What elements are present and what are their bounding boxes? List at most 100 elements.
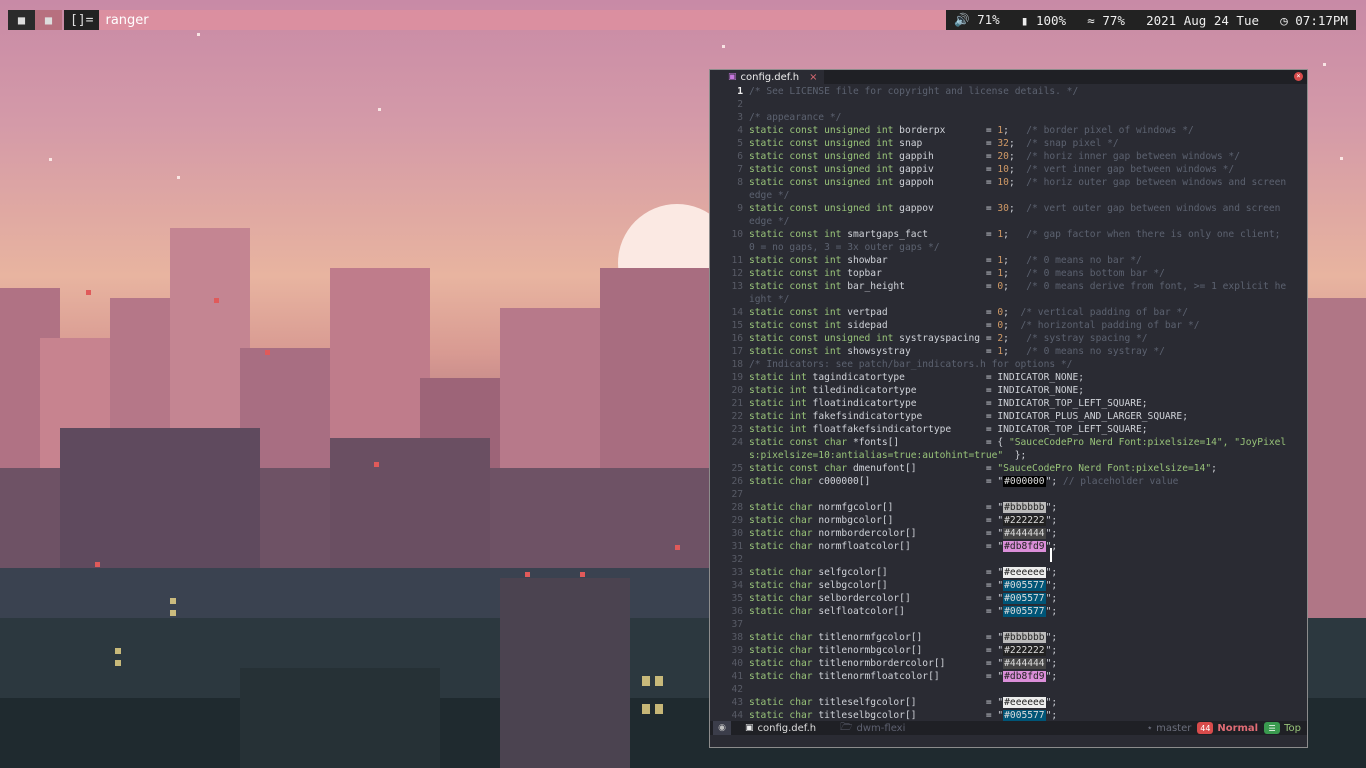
code-line[interactable]: static const char dmenufont[] = "SauceCo… [749,463,1307,474]
star [722,45,725,48]
code-line[interactable]: static const int topbar = 1; /* 0 means … [749,268,1307,279]
status-right: ⋆ master 44 Normal ☰ Top [1147,721,1307,735]
status-dir: 🗁 dwm-flexi [840,720,905,737]
code-line[interactable]: static char titlenormbgcolor[] = "#22222… [749,645,1307,656]
battery-status[interactable]: ▮ 100% [1021,13,1066,28]
wifi-status[interactable]: ≈ 77% [1087,13,1125,28]
line-number: 8 [737,177,743,188]
code-line[interactable]: /* Indicators: see patch/bar_indicators.… [749,359,1307,370]
line-number: 28 [731,502,743,513]
code-line[interactable]: static char selfgcolor[] = "#eeeeee"; [749,567,1307,578]
code-line[interactable]: static char titlenormbordercolor[] = "#4… [749,658,1307,669]
code-line[interactable]: /* appearance */ [749,112,1307,123]
line-number: 27 [731,489,743,500]
line-number: 38 [731,632,743,643]
code-line[interactable]: static const unsigned int snap = 32; /* … [749,138,1307,149]
code-line[interactable]: static char selbordercolor[] = "#005577"… [749,593,1307,604]
star [197,33,200,36]
code-line[interactable]: static int tiledindicatortype = INDICATO… [749,385,1307,396]
code-line[interactable]: static char normfloatcolor[] = "#db8fd9"… [749,541,1307,552]
tab-close-icon[interactable]: × [809,72,817,83]
tag-bar: ■ ■ []= ranger [8,10,948,30]
code-line[interactable]: static const int showsystray = 1; /* 0 m… [749,346,1307,357]
code-line[interactable]: /* See LICENSE file for copyright and li… [749,86,1307,97]
code-line[interactable]: static const unsigned int gappiv = 10; /… [749,164,1307,175]
code-line[interactable]: static char titlenormfloatcolor[] = "#db… [749,671,1307,682]
red-light [265,350,270,355]
code-line[interactable]: s:pixelsize=10:antialias=true:autohint=t… [749,450,1307,461]
code-line[interactable]: edge */ [749,216,1307,227]
line-number: 35 [731,593,743,604]
code-line[interactable]: static int tagindicatortype = INDICATOR_… [749,372,1307,383]
code-line[interactable]: static char titleselbgcolor[] = "#005577… [749,710,1307,721]
code-line[interactable]: static char selbgcolor[] = "#005577"; [749,580,1307,591]
code-line[interactable]: static char c000000[] = "#000000"; // pl… [749,476,1307,487]
line-number: 44 [731,710,743,721]
code-line[interactable]: static const char *fonts[] = { "SauceCod… [749,437,1307,448]
line-number: 41 [731,671,743,682]
code-line[interactable]: static int fakefsindicatortype = INDICAT… [749,411,1307,422]
red-light [86,290,91,295]
window-light [642,676,650,686]
window-light [655,704,663,714]
line-number: 13 [731,281,743,292]
code-line[interactable]: static const unsigned int gappih = 20; /… [749,151,1307,162]
code-line[interactable]: ight */ [749,294,1307,305]
line-number: 1 [737,86,743,97]
line-number: 26 [731,476,743,487]
line-number: 15 [731,320,743,331]
scroll-position: Top [1284,722,1301,734]
code-line[interactable]: static const unsigned int systrayspacing… [749,333,1307,344]
tab-config-def-h[interactable]: ▣ config.def.h × [710,70,824,84]
vim-mode: Normal [1217,722,1259,734]
status-line: ◉ ▣ config.def.h 🗁 dwm-flexi ⋆ master 44… [710,721,1307,735]
code-line[interactable]: 0 = no gaps, 3 = 3x outer gaps */ [749,242,1307,253]
layout-symbol: []= [70,12,94,28]
line-number: 17 [731,346,743,357]
code-line[interactable]: static char selfloatcolor[] = "#005577"; [749,606,1307,617]
code-line[interactable]: static const int smartgaps_fact = 1; /* … [749,229,1307,240]
volume-status[interactable]: 🔊 71% [954,12,1000,28]
line-number: 9 [737,203,743,214]
tag-2[interactable]: ■ [35,10,62,30]
window-close-icon[interactable]: × [1294,72,1303,81]
code-line[interactable]: static const int sidepad = 0; /* horizon… [749,320,1307,331]
code-line[interactable]: static const int showbar = 1; /* 0 means… [749,255,1307,266]
line-number: 34 [731,580,743,591]
editor-window[interactable]: ▣ config.def.h × × 1 /* See LICENSE file … [709,69,1308,748]
code-line[interactable]: static char titleselfgcolor[] = "#eeeeee… [749,697,1307,708]
code-line[interactable]: static char titlenormfgcolor[] = "#bbbbb… [749,632,1307,643]
window-title-label: ranger [105,12,149,28]
tab-title: config.def.h [740,71,800,83]
line-number: 43 [731,697,743,708]
line-number: 33 [731,567,743,578]
code-line[interactable]: static int floatfakefsindicatortype = IN… [749,424,1307,435]
code-line[interactable]: static char normbgcolor[] = "#222222"; [749,515,1307,526]
branch-name: master [1156,722,1192,734]
layout-indicator[interactable]: []= [64,10,100,30]
top-bar: ■ ■ []= ranger 🔊 71% ▮ 100% ≈ 77% 2021 A… [0,10,1366,30]
code-line[interactable]: static const int bar_height = 0; /* 0 me… [749,281,1307,292]
star [378,108,381,111]
line-number: 2 [737,99,743,110]
window-light [115,648,121,654]
red-light [580,572,585,577]
code-line[interactable]: static const unsigned int gappov = 30; /… [749,203,1307,214]
code-area[interactable]: 1 /* See LICENSE file for copyright and l… [710,84,1307,722]
date: 2021 Aug 24 Tue [1146,12,1259,28]
wifi-value: 77% [1102,12,1125,28]
code-line[interactable]: static const unsigned int borderpx = 1; … [749,125,1307,136]
code-line[interactable]: static char normfgcolor[] = "#bbbbbb"; [749,502,1307,513]
code-line[interactable]: static const int vertpad = 0; /* vertica… [749,307,1307,318]
clock-icon: ◷ [1280,12,1288,28]
code-line[interactable]: static const unsigned int gappoh = 10; /… [749,177,1307,188]
status-dirname: dwm-flexi [856,722,906,734]
building [500,578,630,768]
code-line[interactable]: static int floatindicatortype = INDICATO… [749,398,1307,409]
line-number: 36 [731,606,743,617]
line-number: 23 [731,424,743,435]
code-line[interactable]: static char normbordercolor[] = "#444444… [749,528,1307,539]
line-number: 32 [731,554,743,565]
code-line[interactable]: edge */ [749,190,1307,201]
tag-1[interactable]: ■ [8,10,35,30]
